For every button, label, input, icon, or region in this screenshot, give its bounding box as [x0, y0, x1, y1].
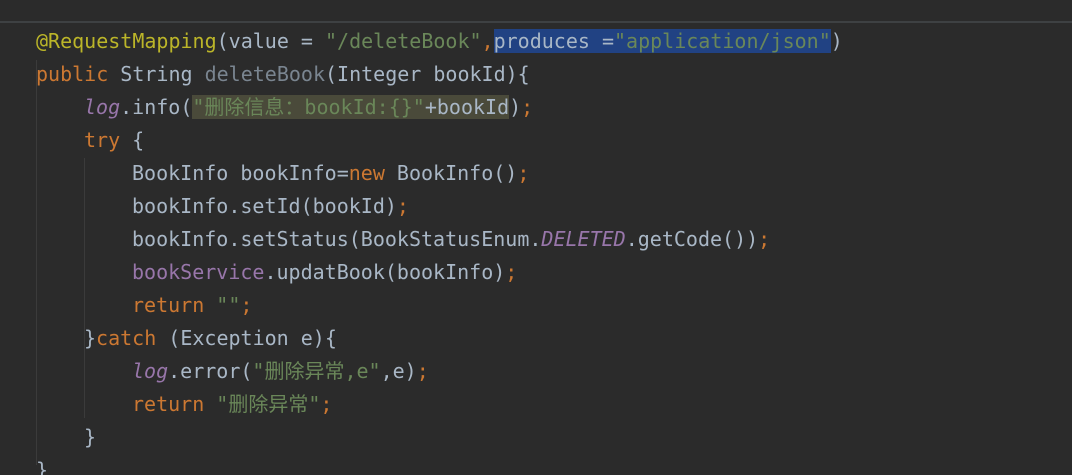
code-token: "删除信息：bookId:{}" [192, 95, 425, 119]
code-token: public [36, 62, 121, 86]
code-line[interactable]: try { [84, 124, 144, 157]
code-token: (Integer bookId){ [325, 62, 530, 86]
code-token: ; [416, 359, 429, 383]
code-line[interactable]: return "删除异常"; [132, 388, 332, 421]
code-editor[interactable]: @RequestMapping(value = "/deleteBook",pr… [0, 0, 1072, 475]
code-token: (value = [216, 29, 325, 53]
code-line[interactable]: return ""; [132, 289, 252, 322]
code-token: try [84, 128, 133, 152]
code-token: .getCode()) [625, 227, 759, 251]
code-token: } [36, 458, 49, 475]
code-token: } [84, 425, 97, 449]
code-token: ; [505, 260, 518, 284]
code-token: log [132, 359, 169, 383]
code-token: ) [830, 29, 843, 53]
code-token: log [84, 95, 121, 119]
code-line[interactable]: bookInfo.setStatus(BookStatusEnum.DELETE… [132, 223, 770, 256]
code-token: .error( [168, 359, 253, 383]
code-line[interactable]: public String deleteBook(Integer bookId)… [36, 58, 530, 91]
code-token: BookInfo bookInfo= [132, 161, 349, 185]
code-line[interactable]: }catch (Exception e){ [84, 322, 337, 355]
code-token: new [348, 161, 397, 185]
code-line[interactable]: } [84, 421, 96, 454]
code-token: +bookId [424, 95, 510, 119]
code-token: "删除异常" [216, 392, 321, 416]
code-token: BookInfo() [396, 161, 518, 185]
code-line[interactable]: @RequestMapping(value = "/deleteBook",pr… [36, 25, 843, 58]
code-token: ; [517, 161, 530, 185]
code-token: "" [216, 293, 241, 317]
code-token: .info( [120, 95, 193, 119]
code-token: (Exception e){ [168, 326, 337, 350]
code-token: "删除异常,e" [252, 359, 381, 383]
code-token: deleteBook [204, 62, 326, 86]
code-line[interactable]: log.info("删除信息：bookId:{}"+bookId); [84, 91, 533, 124]
code-token: .updatBook(bookInfo) [264, 260, 506, 284]
code-token: @RequestMapping [36, 29, 217, 53]
code-line[interactable]: } [36, 454, 48, 475]
code-token: } [84, 326, 97, 350]
code-token: "/deleteBook" [325, 29, 482, 53]
code-token: bookInfo.setStatus(BookStatusEnum. [132, 227, 542, 251]
code-token: bookInfo.setId(bookId) [132, 194, 397, 218]
code-token: catch [96, 326, 169, 350]
indent-guide [84, 158, 85, 418]
code-token: { [132, 128, 145, 152]
code-token: , [481, 29, 494, 53]
code-token: ; [240, 293, 253, 317]
code-line[interactable]: bookService.updatBook(bookInfo); [132, 256, 517, 289]
code-token: String [120, 62, 205, 86]
code-token: ; [320, 392, 333, 416]
indent-guide [36, 60, 37, 465]
code-token: ; [521, 95, 534, 119]
code-line[interactable]: BookInfo bookInfo=new BookInfo(); [132, 157, 529, 190]
code-token: return [132, 392, 217, 416]
editor-top-divider [0, 21, 1072, 23]
code-token: ; [396, 194, 409, 218]
code-token: ,e) [380, 359, 417, 383]
code-token: ) [509, 95, 522, 119]
code-token: bookService [132, 260, 265, 284]
code-token: ; [758, 227, 771, 251]
code-token: "application/json" [614, 29, 831, 53]
code-token: DELETED [541, 227, 626, 251]
code-line[interactable]: log.error("删除异常,e",e); [132, 355, 429, 388]
code-token: return [132, 293, 217, 317]
code-token: produces = [493, 29, 615, 53]
code-line[interactable]: bookInfo.setId(bookId); [132, 190, 409, 223]
